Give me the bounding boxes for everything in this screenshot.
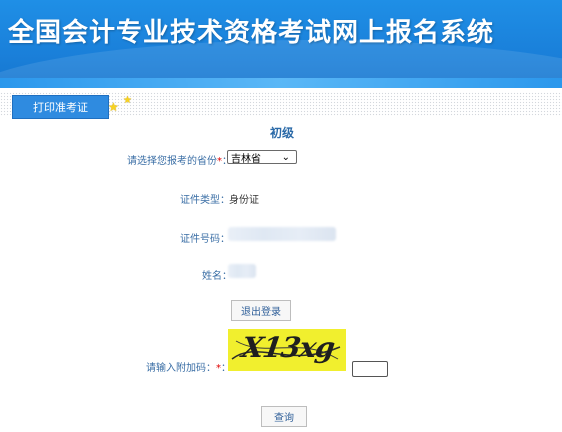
id-type-value: 身份证	[229, 195, 259, 206]
id-number-redacted	[228, 227, 336, 241]
province-select-value: 吉林省	[231, 153, 261, 165]
captcha-text: X13xg	[239, 331, 337, 364]
exam-level-heading: 初级	[270, 126, 295, 140]
captcha-input[interactable]	[352, 361, 388, 377]
page-title: 全国会计专业技术资格考试网上报名系统	[8, 18, 495, 48]
header-banner: 全国会计专业技术资格考试网上报名系统	[0, 0, 562, 88]
id-type-label: 证件类型：	[180, 195, 230, 206]
star-icon: ★	[123, 95, 132, 106]
province-select[interactable]: 吉林省 ⌄	[227, 150, 297, 165]
province-label: 请选择您报考的省份*：	[127, 152, 232, 167]
province-label-text: 请选择您报考的省份	[127, 156, 217, 167]
logout-button[interactable]: 退出登录	[231, 300, 291, 321]
name-redacted	[228, 264, 256, 278]
captcha-label: 请输入附加码：*：	[146, 359, 231, 374]
query-button[interactable]: 查询	[261, 406, 307, 427]
banner-stripe	[0, 78, 562, 88]
id-number-label: 证件号码：	[180, 234, 230, 245]
star-icon: ★	[108, 100, 119, 114]
chevron-down-icon: ⌄	[281, 152, 290, 163]
captcha-image[interactable]: X13xg	[228, 329, 346, 371]
captcha-label-text: 请输入附加码：	[146, 363, 216, 374]
tab-print-admission-ticket[interactable]: 打印准考证	[12, 95, 109, 119]
